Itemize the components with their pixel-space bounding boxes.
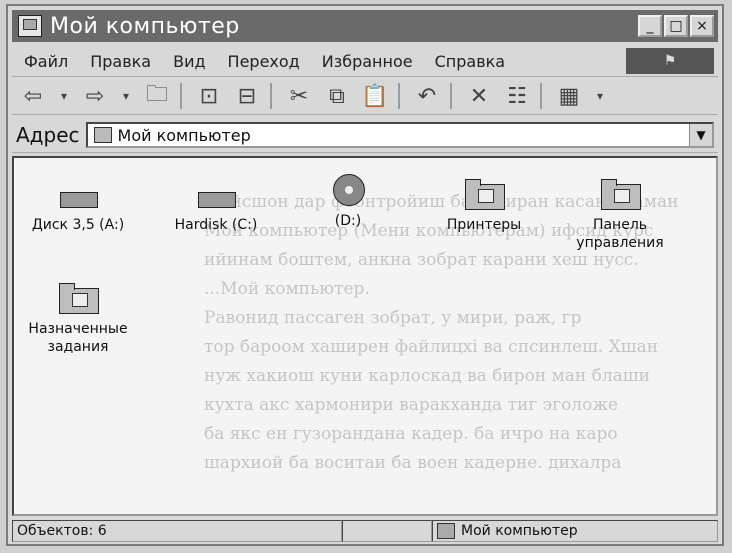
status-bar: Объектов: 6 Мой компьютер (12, 520, 718, 544)
delete-icon[interactable]: ✕ (462, 82, 496, 110)
floppy-drive-icon (57, 178, 99, 212)
item-scheduled-tasks[interactable]: Назначенные задания (26, 282, 130, 356)
address-bar: Адрес Мой компьютер ▼ (12, 118, 718, 153)
minimize-button[interactable]: _ (638, 15, 662, 37)
properties-icon[interactable]: ☷ (500, 82, 534, 110)
background-text-line: Равонид пассаген зобрат, у мири, раж, гр (204, 308, 582, 328)
background-text-line: шархиой ба воситаи ба воен кадерне. диха… (204, 453, 622, 473)
status-location-label: Мой компьютер (461, 523, 578, 539)
menu-file[interactable]: Файл (24, 52, 68, 71)
item-label: Диск 3,5 (A:) (31, 217, 125, 233)
chevron-down-icon[interactable]: ▼ (689, 124, 712, 146)
menu-bar: Файл Правка Вид Переход Избранное Справк… (12, 46, 718, 77)
paste-icon[interactable]: 📋 (358, 82, 392, 110)
cut-icon[interactable]: ✂ (282, 82, 316, 110)
toolbar: ⇦ ▾ ⇨ ▾ 🗀 ⊡ ⊟ ✂ ⧉ 📋 ↶ ✕ ☷ ▦ ▾ (12, 78, 718, 115)
item-label: (D:) (334, 213, 362, 229)
copy-icon[interactable]: ⧉ (320, 82, 354, 110)
map-drive-icon[interactable]: ⊡ (192, 82, 226, 110)
window-title: Мой компьютер (50, 13, 240, 39)
toolbar-separator (180, 83, 182, 109)
maximize-button[interactable]: □ (664, 15, 688, 37)
title-bar[interactable]: Мой компьютер _ □ × (12, 10, 718, 42)
background-text-line: ...Мой компьютер. (204, 279, 370, 299)
address-label: Адрес (16, 123, 80, 147)
forward-icon[interactable]: ⇨ (78, 82, 112, 110)
menu-go[interactable]: Переход (228, 52, 300, 71)
address-field[interactable]: Мой компьютер ▼ (85, 122, 714, 148)
explorer-window: Мой компьютер _ □ × Файл Правка Вид Пере… (6, 4, 724, 546)
background-text-line: кухта акс хармонири варакханда тиг эголо… (204, 395, 619, 415)
menu-edit[interactable]: Правка (90, 52, 151, 71)
background-text-line: нуж хакиош куни карлоскад ва бирон ман б… (204, 366, 650, 386)
item-hardisk-c[interactable]: Hardisk (C:) (164, 178, 268, 234)
item-cd-d[interactable]: (D:) (296, 174, 400, 230)
scheduled-tasks-icon (57, 282, 99, 316)
background-text-line: тор бароом хаширен файлицхі ва спсинлеш.… (204, 337, 659, 357)
address-value: Мой компьютер (117, 125, 251, 145)
window-controls: _ □ × (638, 15, 714, 37)
computer-icon (93, 127, 112, 143)
status-location: Мой компьютер (432, 520, 718, 542)
up-folder-icon[interactable]: 🗀 (140, 82, 174, 110)
forward-dropdown-icon[interactable]: ▾ (116, 82, 136, 110)
item-control-panel[interactable]: Панель управления (568, 178, 672, 252)
menu-help[interactable]: Справка (435, 52, 506, 71)
item-label: Назначенные задания (28, 321, 128, 355)
views-dropdown-icon[interactable]: ▾ (590, 82, 610, 110)
item-printers[interactable]: Принтеры (432, 178, 536, 234)
toolbar-separator (398, 83, 400, 109)
close-button[interactable]: × (690, 15, 714, 37)
file-view[interactable]: ...ойсшон дар фоонтройиш ба хотиран каса… (12, 156, 718, 516)
back-icon[interactable]: ⇦ (16, 82, 50, 110)
background-text-line: ба якс ен гузорандана кадер. ба ичро на … (204, 424, 618, 444)
status-empty-cell (342, 520, 432, 542)
toolbar-separator (540, 83, 542, 109)
control-panel-icon (599, 178, 641, 212)
views-icon[interactable]: ▦ (552, 82, 586, 110)
undo-icon[interactable]: ↶ (410, 82, 444, 110)
item-label: Hardisk (C:) (174, 217, 258, 233)
item-label: Принтеры (446, 217, 522, 233)
item-floppy-a[interactable]: Диск 3,5 (A:) (26, 178, 130, 234)
windows-logo-icon: ⚑ (626, 48, 714, 74)
toolbar-separator (270, 83, 272, 109)
status-object-count: Объектов: 6 (12, 520, 342, 542)
printers-folder-icon (463, 178, 505, 212)
item-label: Панель управления (576, 217, 664, 251)
cd-drive-icon (327, 174, 369, 208)
menu-favorites[interactable]: Избранное (322, 52, 413, 71)
back-dropdown-icon[interactable]: ▾ (54, 82, 74, 110)
hard-disk-icon (195, 178, 237, 212)
computer-icon (18, 15, 42, 37)
toolbar-separator (450, 83, 452, 109)
computer-icon (437, 523, 455, 539)
menu-view[interactable]: Вид (173, 52, 205, 71)
disconnect-drive-icon[interactable]: ⊟ (230, 82, 264, 110)
